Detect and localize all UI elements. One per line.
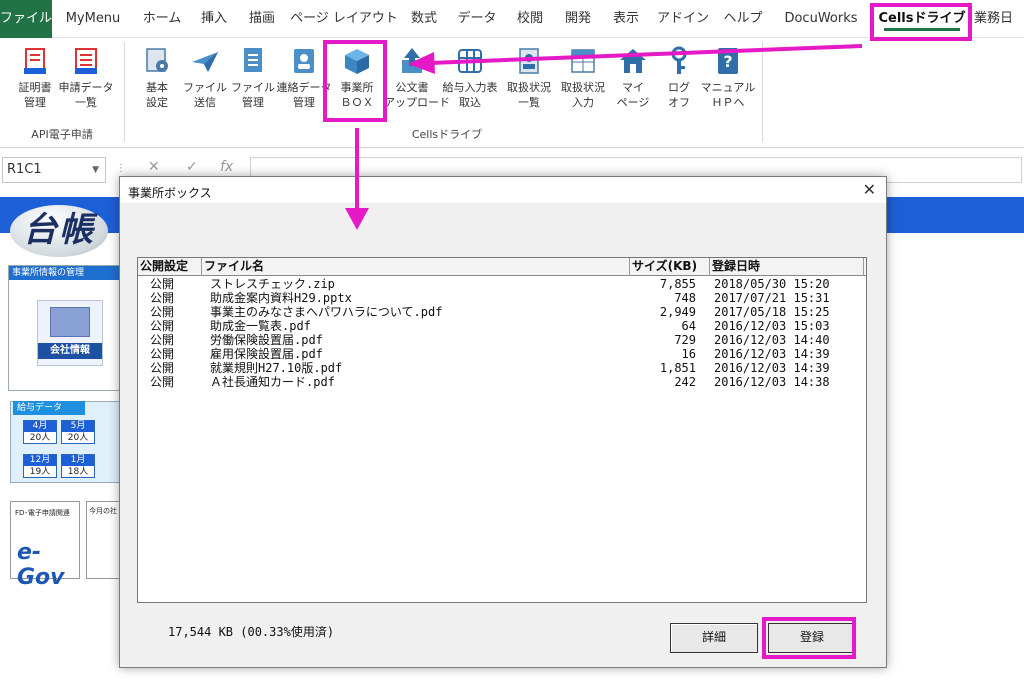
callout-arrow-line — [429, 44, 863, 65]
arrowhead-icon — [345, 208, 369, 230]
callout-arrows — [345, 44, 863, 230]
arrowhead-icon — [408, 52, 435, 74]
